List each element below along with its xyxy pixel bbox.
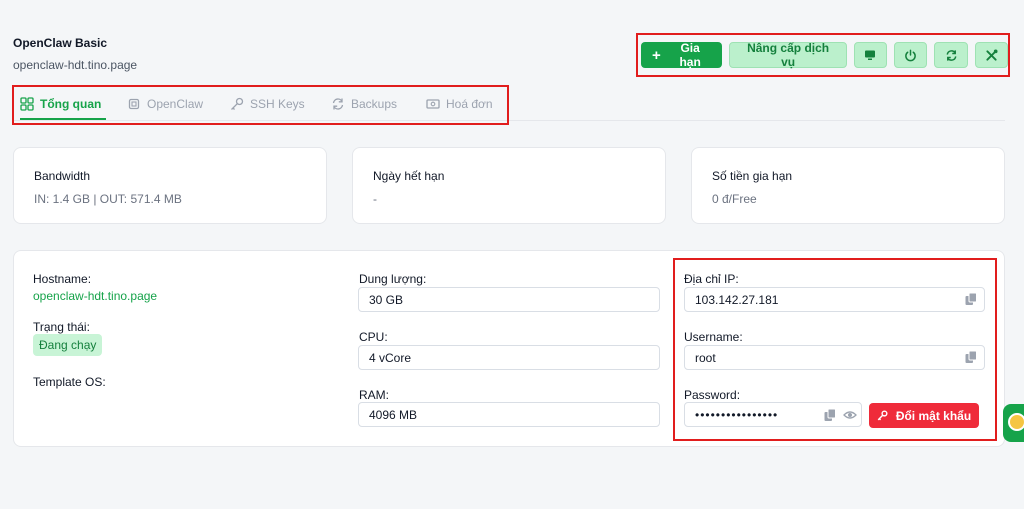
invoice-icon [426, 99, 440, 109]
plus-icon: + [652, 46, 661, 64]
power-button[interactable] [894, 42, 928, 68]
active-tab-indicator [20, 118, 106, 120]
upgrade-service-button[interactable]: Nâng cấp dịch vụ [729, 41, 847, 69]
renewal-cost-label: Số tiền gia hạn [712, 169, 793, 183]
password-value: •••••••••••••••• [695, 407, 779, 422]
bandwidth-label: Bandwidth [34, 169, 91, 183]
eye-icon[interactable] [843, 408, 857, 422]
copy-icon[interactable] [964, 350, 978, 364]
service-title: OpenClaw Basic [13, 36, 108, 50]
change-password-button[interactable]: Đổi mật khẩu [869, 403, 979, 428]
tab-label: Backups [351, 97, 398, 111]
hostname-link[interactable]: openclaw-hdt.tino.page [33, 289, 157, 303]
tools-icon [986, 48, 998, 61]
tab-overview[interactable]: Tổng quan [20, 97, 101, 111]
monitor-icon [865, 50, 876, 60]
action-toolbar: + Gia hạn Nâng cấp dịch vụ [636, 33, 1010, 77]
tab-invoices[interactable]: Hoá đơn [426, 97, 493, 111]
status-badge: Đang chạy [33, 334, 103, 356]
refresh-icon [332, 98, 344, 110]
ip-field: 103.142.27.181 [684, 287, 985, 312]
username-field: root [684, 345, 985, 370]
power-icon [905, 49, 917, 61]
refresh-icon [946, 49, 956, 61]
expiry-label: Ngày hết hạn [373, 169, 445, 183]
tab-ssh-keys[interactable]: SSH Keys [230, 97, 305, 111]
password-label: Password: [684, 388, 741, 402]
username-label: Username: [684, 330, 743, 344]
status-label: Trạng thái: [33, 320, 90, 334]
renew-button[interactable]: + Gia hạn [641, 41, 723, 69]
key-icon [231, 97, 244, 110]
tab-label: Tổng quan [40, 97, 102, 111]
change-password-label: Đổi mật khẩu [895, 408, 972, 423]
copy-icon[interactable] [964, 292, 978, 306]
storage-label: Dung lượng: [359, 272, 427, 286]
restart-button[interactable] [934, 42, 968, 68]
storage-field: 30 GB [358, 287, 660, 312]
renewal-cost-value: 0 đ/Free [712, 192, 757, 206]
chip-icon [128, 98, 140, 110]
bandwidth-value: IN: 1.4 GB | OUT: 571.4 MB [34, 192, 182, 206]
ram-field: 4096 MB [358, 402, 660, 427]
support-chat-widget[interactable] [1003, 404, 1024, 442]
console-button[interactable] [853, 42, 888, 68]
grid-icon [20, 97, 34, 111]
tab-openclaw[interactable]: OpenClaw [127, 97, 203, 111]
tab-label: OpenClaw [147, 97, 204, 111]
ip-label: Địa chỉ IP: [684, 272, 739, 286]
tab-label: Hoá đơn [446, 97, 493, 111]
hostname-label: Hostname: [33, 272, 92, 286]
expiry-card: Ngày hết hạn - [352, 147, 666, 224]
tools-button[interactable] [974, 42, 1008, 68]
expiry-value: - [373, 192, 377, 206]
ram-label: RAM: [359, 388, 389, 402]
key-icon [877, 410, 888, 421]
tab-label: SSH Keys [250, 97, 305, 111]
username-value: root [695, 350, 716, 365]
bandwidth-card: Bandwidth IN: 1.4 GB | OUT: 571.4 MB [13, 147, 327, 224]
mascot-icon [1008, 413, 1024, 431]
copy-icon[interactable] [823, 408, 837, 422]
renewal-cost-card: Số tiền gia hạn 0 đ/Free [691, 147, 1005, 224]
tab-backups[interactable]: Backups [331, 97, 397, 111]
renew-label: Gia hạn [679, 41, 701, 69]
cpu-field: 4 vCore [358, 345, 660, 370]
cpu-label: CPU: [359, 330, 388, 344]
ip-value: 103.142.27.181 [695, 292, 779, 307]
template-os-label: Template OS: [33, 375, 106, 389]
service-domain: openclaw-hdt.tino.page [13, 58, 138, 72]
